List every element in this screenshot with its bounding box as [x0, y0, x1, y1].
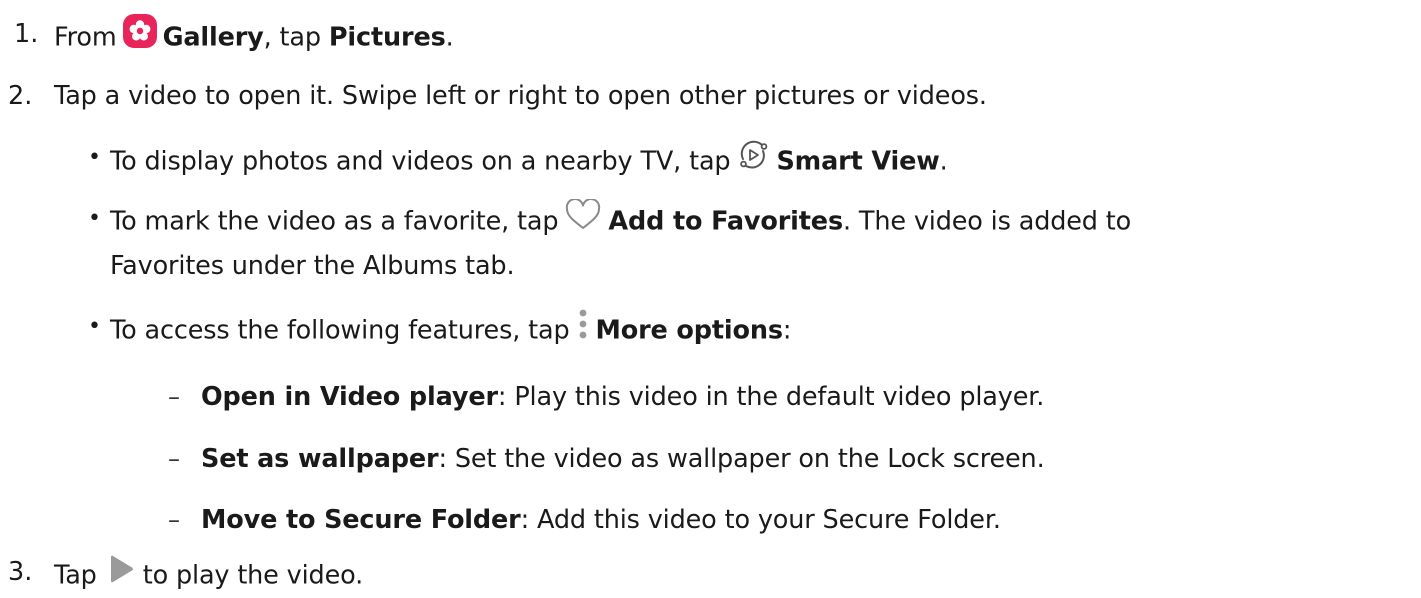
pictures-label: Pictures	[328, 22, 446, 53]
dash-marker: –	[168, 383, 180, 411]
bullet-dot: •	[88, 206, 101, 231]
bullet-dot: •	[88, 145, 101, 170]
step-3-text: Tap to play the video.	[54, 555, 364, 591]
more-options-label: More options	[595, 315, 784, 346]
step-number: 2.	[8, 81, 33, 111]
sub-item-text: : Play this video in the default video p…	[497, 382, 1045, 412]
bullet-text-post: . The video is added to	[842, 206, 1132, 237]
add-to-favorites-label: Add to Favorites	[608, 206, 843, 237]
text-from: From	[54, 22, 117, 53]
text-tap: , tap	[263, 22, 329, 53]
colon: :	[782, 315, 792, 346]
sub-item-label: Open in Video player	[201, 382, 498, 412]
sub-item-label: Set as wallpaper	[201, 444, 439, 474]
gallery-label: Gallery	[162, 22, 264, 53]
step-number: 3.	[8, 557, 33, 587]
step-1-text: From Gallery, tap Pictures.	[54, 14, 454, 53]
bullet-smart-view: To display photos and videos on a nearby…	[110, 140, 948, 177]
step-2-text: Tap a video to open it. Swipe left or ri…	[54, 81, 987, 111]
step-number: 1.	[14, 19, 39, 49]
period: .	[445, 22, 454, 53]
sub-item-video-player: Open in Video player: Play this video in…	[201, 380, 1044, 414]
sub-item-wallpaper: Set as wallpaper: Set the video as wallp…	[201, 442, 1045, 476]
dash-marker: –	[168, 506, 180, 534]
smart-view-icon	[736, 138, 770, 181]
sub-item-text: : Set the video as wallpaper on the Lock…	[438, 444, 1045, 474]
sub-item-secure-folder: Move to Secure Folder: Add this video to…	[201, 503, 1001, 537]
sub-item-text: : Add this video to your Secure Folder.	[520, 505, 1001, 535]
sub-item-label: Move to Secure Folder	[201, 505, 521, 535]
play-triangle-icon	[103, 552, 137, 595]
more-options-vertical-dots-icon	[576, 307, 590, 350]
bullet-more-options: To access the following features, tap Mor…	[110, 309, 792, 346]
bullet-favorites: To mark the video as a favorite, tap Add …	[110, 198, 1132, 237]
bullet-text: To display photos and videos on a nearby…	[110, 146, 731, 177]
bullet-text: To mark the video as a favorite, tap	[110, 206, 559, 237]
period: .	[939, 146, 948, 177]
bullet-text: To access the following features, tap	[110, 315, 570, 346]
gallery-flower-icon	[122, 14, 157, 57]
bullet-dot: •	[88, 314, 101, 339]
dash-marker: –	[168, 445, 180, 473]
bullet-favorites-continued: Favorites under the Albums tab.	[110, 251, 515, 281]
smart-view-label: Smart View	[776, 146, 940, 177]
step-3-trailing-text: to play the video.	[142, 560, 364, 591]
text-tap: Tap	[54, 560, 97, 591]
heart-outline-icon	[564, 198, 602, 240]
